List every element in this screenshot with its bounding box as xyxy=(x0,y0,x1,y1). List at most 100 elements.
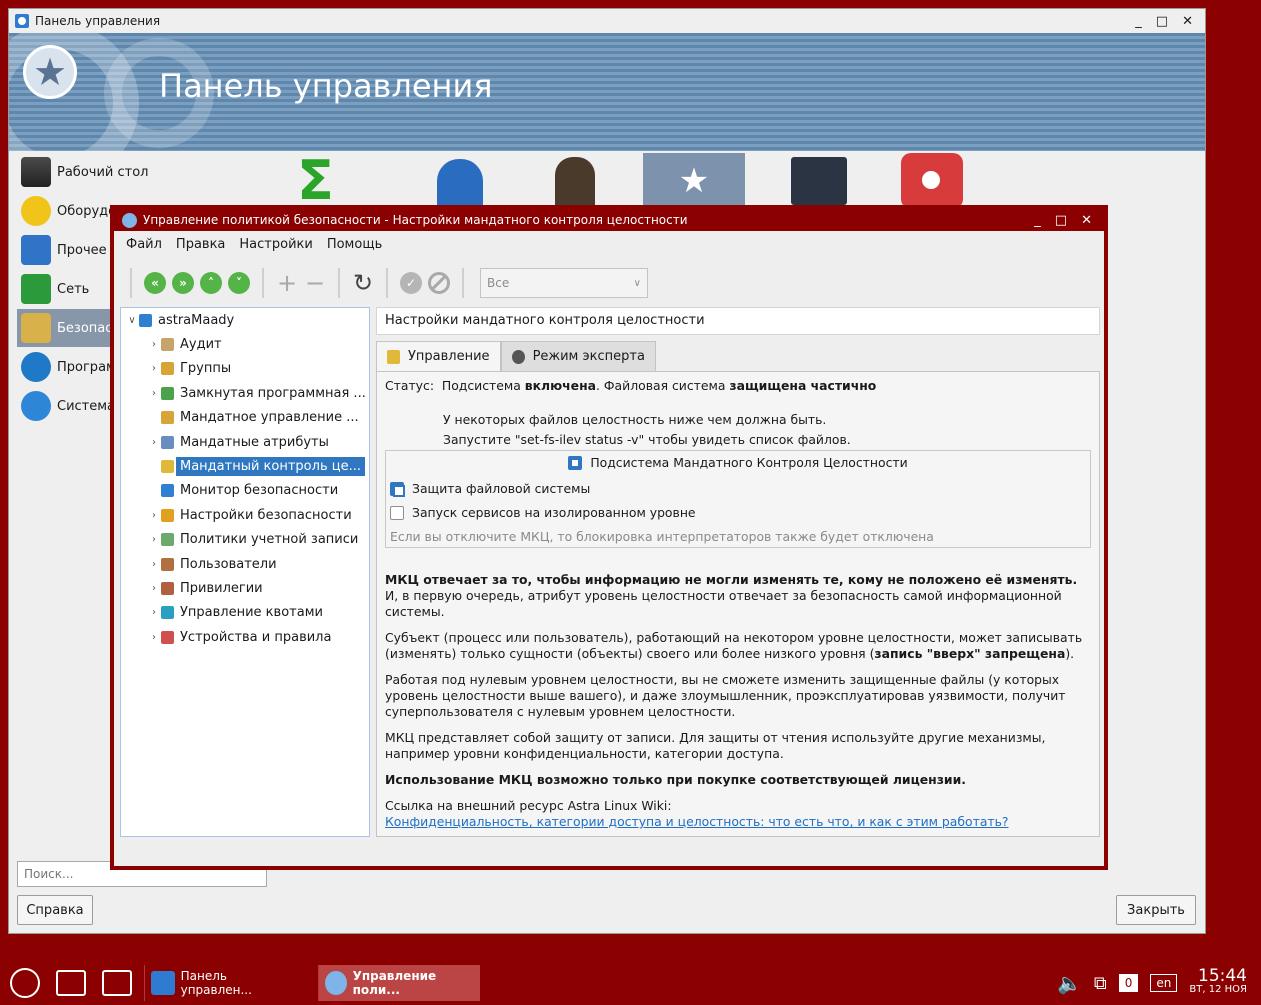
security-policy-icon[interactable]: ★ xyxy=(643,153,745,209)
toolbar-separator xyxy=(262,268,264,298)
clock[interactable]: 15:44 ВТ, 12 НОЯ xyxy=(1189,968,1247,996)
tree-item[interactable]: Мандатный контроль це... xyxy=(121,454,369,478)
terminal-monitor-icon[interactable] xyxy=(761,153,863,209)
task-label: Панель управлен... xyxy=(180,969,252,997)
tab-label: Режим эксперта xyxy=(532,349,645,364)
toolbar-separator xyxy=(130,268,132,298)
minimize-button[interactable]: _ xyxy=(1135,14,1142,29)
tree-item[interactable]: › Аудит xyxy=(121,332,369,356)
sidebar-item-label: Сеть xyxy=(57,281,90,297)
taskbar-item-control-panel[interactable]: Панель управлен... xyxy=(144,965,306,1001)
last-icon[interactable]: » xyxy=(172,272,194,294)
shield-star-icon xyxy=(122,212,137,228)
filter-value: Все xyxy=(487,276,510,290)
users-shield-icon[interactable] xyxy=(407,153,509,209)
tab-expert-mode[interactable]: Режим эксперта xyxy=(500,341,656,371)
expand-icon[interactable]: › xyxy=(147,339,161,350)
remove-icon[interactable]: − xyxy=(304,271,326,295)
groupbox-title: Подсистема Мандатного Контроля Целостнос… xyxy=(590,455,908,470)
fs-protection-checkbox[interactable] xyxy=(390,482,405,497)
sidebar-item-desktop[interactable]: Рабочий стол xyxy=(17,153,277,191)
refresh-icon[interactable]: ↻ xyxy=(352,271,374,295)
menu-file[interactable]: Файл xyxy=(122,237,172,259)
status-text: . Файловая система xyxy=(596,378,726,393)
tree-item[interactable]: › Замкнутая программная ... xyxy=(121,381,369,405)
help-button[interactable]: Справка xyxy=(17,895,93,925)
expand-icon[interactable]: › xyxy=(147,632,161,643)
computer-icon xyxy=(139,313,152,327)
menu-edit[interactable]: Правка xyxy=(172,237,235,259)
apply-icon[interactable]: ✓ xyxy=(400,272,422,294)
tree-item-icon xyxy=(161,606,174,620)
volume-icon[interactable]: 🔈 xyxy=(1057,971,1082,995)
close-button[interactable]: ✕ xyxy=(1182,14,1193,29)
user-lock-icon[interactable] xyxy=(525,153,627,209)
fs-protection-row[interactable]: Защита файловой системы xyxy=(390,481,1086,497)
mic-subsystem-toggle[interactable]: Подсистема Мандатного Контроля Целостнос… xyxy=(390,455,1086,471)
isolated-services-row[interactable]: Запуск сервисов на изолированном уровне xyxy=(390,505,1086,521)
expand-icon[interactable]: › xyxy=(147,363,161,374)
gear-icon xyxy=(511,349,525,364)
start-menu-icon[interactable] xyxy=(10,968,40,998)
taskbar-item-security-policy[interactable]: Управление поли... xyxy=(318,965,480,1001)
tree-item-icon xyxy=(161,630,174,644)
cancel-icon[interactable] xyxy=(428,272,450,294)
chevron-down-icon: ∨ xyxy=(633,277,641,289)
expand-icon[interactable]: › xyxy=(147,388,161,399)
isolated-services-checkbox[interactable] xyxy=(390,506,404,520)
menu-settings[interactable]: Настройки xyxy=(235,237,322,259)
sum-lock-icon[interactable]: Σ xyxy=(289,153,391,209)
tab-management[interactable]: Управление xyxy=(376,341,501,371)
toolbar-separator xyxy=(386,268,388,298)
tree-item[interactable]: › Настройки безопасности xyxy=(121,503,369,527)
down-icon[interactable]: ˅ xyxy=(228,272,250,294)
tree-item[interactable]: › Группы xyxy=(121,357,369,381)
expand-icon[interactable]: › xyxy=(147,559,161,570)
dialog-minimize-button[interactable]: _ xyxy=(1034,213,1041,228)
sidebar-item-label: Система xyxy=(57,398,116,414)
groupbox-hint: Если вы отключите МКЦ, то блокировка инт… xyxy=(390,529,934,544)
settings-pane: Настройки мандатного контроля целостност… xyxy=(376,307,1100,837)
tree-item-icon xyxy=(161,362,174,376)
expand-icon[interactable]: › xyxy=(147,607,161,618)
tree-item[interactable]: › Устройства и правила xyxy=(121,625,369,649)
up-icon[interactable]: ˄ xyxy=(200,272,222,294)
tree-item-label: Политики учетной записи xyxy=(180,532,359,548)
wiki-link[interactable]: Конфиденциальность, категории доступа и … xyxy=(385,814,1091,830)
network-status-icon[interactable]: ⧉ xyxy=(1094,973,1107,994)
security-policy-dialog: Управление политикой безопасности - Наст… xyxy=(110,205,1108,870)
path-title: Настройки мандатного контроля целостност… xyxy=(376,307,1100,335)
expand-icon[interactable]: › xyxy=(147,437,161,448)
dialog-close-button[interactable]: ✕ xyxy=(1081,213,1092,228)
tree-item[interactable]: Монитор безопасности xyxy=(121,479,369,503)
control-panel-icon xyxy=(151,971,175,995)
security-icon xyxy=(21,313,51,343)
menu-help[interactable]: Помощь xyxy=(323,237,392,259)
tree-item[interactable]: › Управление квотами xyxy=(121,601,369,625)
tree-root[interactable]: ∨ astraMaady xyxy=(121,308,369,332)
maximize-button[interactable]: □ xyxy=(1156,14,1168,29)
window-switcher-icon[interactable] xyxy=(56,970,86,996)
show-desktop-icon[interactable] xyxy=(102,970,132,996)
tree-item[interactable]: › Привилегии xyxy=(121,576,369,600)
filter-combo[interactable]: Все ∨ xyxy=(480,268,648,298)
banner: ★ Панель управления xyxy=(9,33,1205,151)
first-icon[interactable]: « xyxy=(144,272,166,294)
tree-item[interactable]: › Пользователи xyxy=(121,552,369,576)
mic-subsystem-checkbox[interactable] xyxy=(568,456,583,470)
add-icon[interactable]: + xyxy=(276,271,298,295)
collapse-icon[interactable]: ∨ xyxy=(125,315,139,326)
control-panel-app-icon xyxy=(15,14,29,28)
dialog-maximize-button[interactable]: □ xyxy=(1055,213,1067,228)
task-label: Управление поли... xyxy=(352,969,437,997)
close-cp-button[interactable]: Закрыть xyxy=(1116,895,1196,925)
notification-counter[interactable]: 0 xyxy=(1118,974,1139,992)
tree-item[interactable]: › Политики учетной записи xyxy=(121,528,369,552)
keyboard-layout[interactable]: en xyxy=(1150,974,1178,992)
tree-item[interactable]: › Мандатные атрибуты xyxy=(121,430,369,454)
record-settings-icon[interactable] xyxy=(879,153,981,209)
tree-item[interactable]: Мандатное управление ... xyxy=(121,406,369,430)
expand-icon[interactable]: › xyxy=(147,583,161,594)
expand-icon[interactable]: › xyxy=(147,510,161,521)
expand-icon[interactable]: › xyxy=(147,534,161,545)
